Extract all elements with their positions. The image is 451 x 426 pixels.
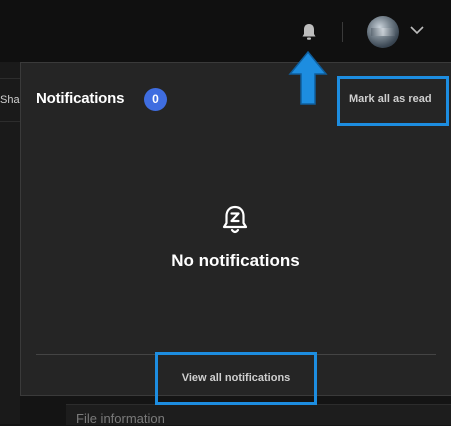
bell-icon[interactable] [298,21,320,43]
arrow-up-icon [288,50,328,105]
chevron-down-icon[interactable] [409,24,425,36]
bell-snooze-icon [222,205,248,234]
background-tab[interactable]: Sha [0,78,20,122]
view-all-highlight-box [155,352,317,405]
mark-all-highlight-box [337,76,449,126]
top-bar [0,0,451,62]
notifications-title: Notifications [36,90,125,107]
topbar-divider [342,22,343,42]
background-tab-label: Sha [0,94,20,106]
no-notifications-message: No notifications [171,251,300,270]
user-avatar[interactable] [367,16,399,48]
notifications-count-badge: 0 [144,88,167,111]
